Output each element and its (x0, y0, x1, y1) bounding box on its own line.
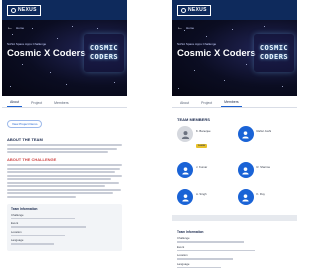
info-label: Language (11, 238, 24, 242)
member-name: A. Singh (196, 192, 207, 196)
tab-members[interactable]: Members (221, 98, 242, 107)
team-info-box: Team Information Challenge Event Locatio… (7, 203, 122, 251)
artwork-line-1: COSMIC (259, 44, 289, 52)
about-team-paragraph (7, 144, 122, 153)
tab-project[interactable]: Project (28, 99, 45, 107)
about-content: View Project Demo ABOUT THE TEAM ABOUT T… (2, 108, 127, 255)
tab-about[interactable]: About (7, 98, 23, 107)
user-icon (242, 166, 249, 175)
about-challenge-heading: ABOUT THE CHALLENGE (7, 157, 57, 162)
members-content: TEAM MEMBERS K. Banerjee Leader Rahul Jo… (172, 108, 297, 270)
info-label: Event (11, 221, 19, 225)
logo[interactable]: NEXUS (177, 4, 211, 16)
info-item: Location (11, 229, 118, 236)
hero-banner: ← Home NASA Space Apps Challenge Cosmic … (2, 20, 127, 96)
about-challenge-paragraph (7, 164, 122, 198)
tab-members[interactable]: Members (51, 99, 72, 107)
back-arrow-icon[interactable]: ← (177, 25, 183, 31)
hero-subtitle: NASA Space Apps Challenge (7, 42, 47, 46)
section-divider (172, 215, 297, 221)
tab-project[interactable]: Project (198, 99, 215, 107)
member-name: J. Kumar (196, 165, 208, 169)
logo[interactable]: NEXUS (7, 4, 41, 16)
logo-text: NEXUS (188, 6, 207, 13)
leader-badge: Leader (196, 143, 208, 148)
view-demo-button[interactable]: View Project Demo (7, 120, 43, 128)
about-team-heading: ABOUT THE TEAM (7, 137, 43, 142)
hero-subtitle: NASA Space Apps Challenge (177, 42, 217, 46)
member-name: Rahul Joshi (256, 129, 272, 133)
avatar (177, 126, 193, 142)
app-header: NEXUS (2, 0, 127, 20)
member-name: K. Banerjee (196, 129, 211, 133)
member-card[interactable]: Rahul Joshi (237, 126, 293, 151)
logo-text: NEXUS (18, 6, 37, 13)
info-item: Event (11, 221, 118, 228)
team-info-box: Team Information Challenge Event Locatio… (177, 227, 292, 270)
user-icon (242, 193, 249, 202)
breadcrumb: ← Home (7, 25, 24, 31)
info-label: Challenge (11, 212, 24, 217)
cosmic-coders-artwork: COSMIC CODERS (84, 34, 124, 72)
app-header: NEXUS (172, 0, 297, 20)
info-item: Challenge (11, 212, 118, 219)
breadcrumb: ← Home (177, 25, 194, 31)
breadcrumb-home[interactable]: Home (16, 26, 24, 30)
logo-mark-icon (181, 7, 186, 13)
avatar (237, 189, 254, 205)
cosmic-coders-artwork: COSMIC CODERS (254, 34, 294, 72)
avatar (177, 162, 193, 178)
artwork-line-2: CODERS (259, 53, 289, 61)
avatar (177, 189, 193, 205)
user-icon (181, 166, 189, 175)
info-label: Location (177, 253, 188, 257)
member-card[interactable]: R. Sharma (237, 162, 293, 178)
info-item: Language (177, 261, 288, 268)
tab-bar: About Project Members (172, 96, 297, 108)
user-icon (242, 130, 249, 139)
back-arrow-icon[interactable]: ← (7, 25, 13, 31)
team-info-title: Team Information (11, 206, 38, 211)
info-item: Event (177, 244, 288, 251)
info-item: Challenge (177, 236, 288, 243)
team-info-title: Team Information (177, 230, 204, 234)
phone-about-screen: NEXUS ← Home NASA Space Apps Challenge C… (2, 0, 127, 270)
tab-about[interactable]: About (177, 99, 192, 107)
info-label: Challenge (177, 236, 190, 240)
phone-members-screen: NEXUS ← Home NASA Space Apps Challenge C… (172, 0, 297, 270)
artwork-line-2: CODERS (89, 53, 119, 61)
user-icon (181, 130, 189, 139)
hero-banner: ← Home NASA Space Apps Challenge Cosmic … (172, 20, 297, 96)
user-icon (181, 193, 189, 202)
info-label: Language (177, 261, 190, 266)
member-grid: K. Banerjee Leader Rahul Joshi J. Kumar (177, 126, 292, 205)
breadcrumb-home[interactable]: Home (186, 26, 194, 30)
info-item: Location (177, 253, 288, 260)
member-card[interactable]: K. Banerjee Leader (177, 126, 232, 151)
artwork-line-1: COSMIC (89, 44, 119, 52)
member-card[interactable]: A. Singh (177, 189, 232, 205)
avatar (237, 162, 254, 178)
info-item: Language (11, 238, 118, 245)
member-card[interactable]: K. Roy (237, 189, 293, 205)
avatar (237, 126, 254, 142)
member-name: K. Roy (256, 192, 265, 196)
page-title: Cosmic X Coders (7, 48, 86, 59)
member-name: R. Sharma (256, 165, 270, 169)
logo-mark-icon (11, 7, 16, 13)
team-members-heading: TEAM MEMBERS (177, 117, 210, 122)
info-label: Location (11, 229, 22, 234)
page-title: Cosmic X Coders (177, 48, 256, 59)
info-label: Event (177, 244, 185, 249)
tab-bar: About Project Members (2, 96, 127, 108)
member-card[interactable]: J. Kumar (177, 162, 232, 178)
